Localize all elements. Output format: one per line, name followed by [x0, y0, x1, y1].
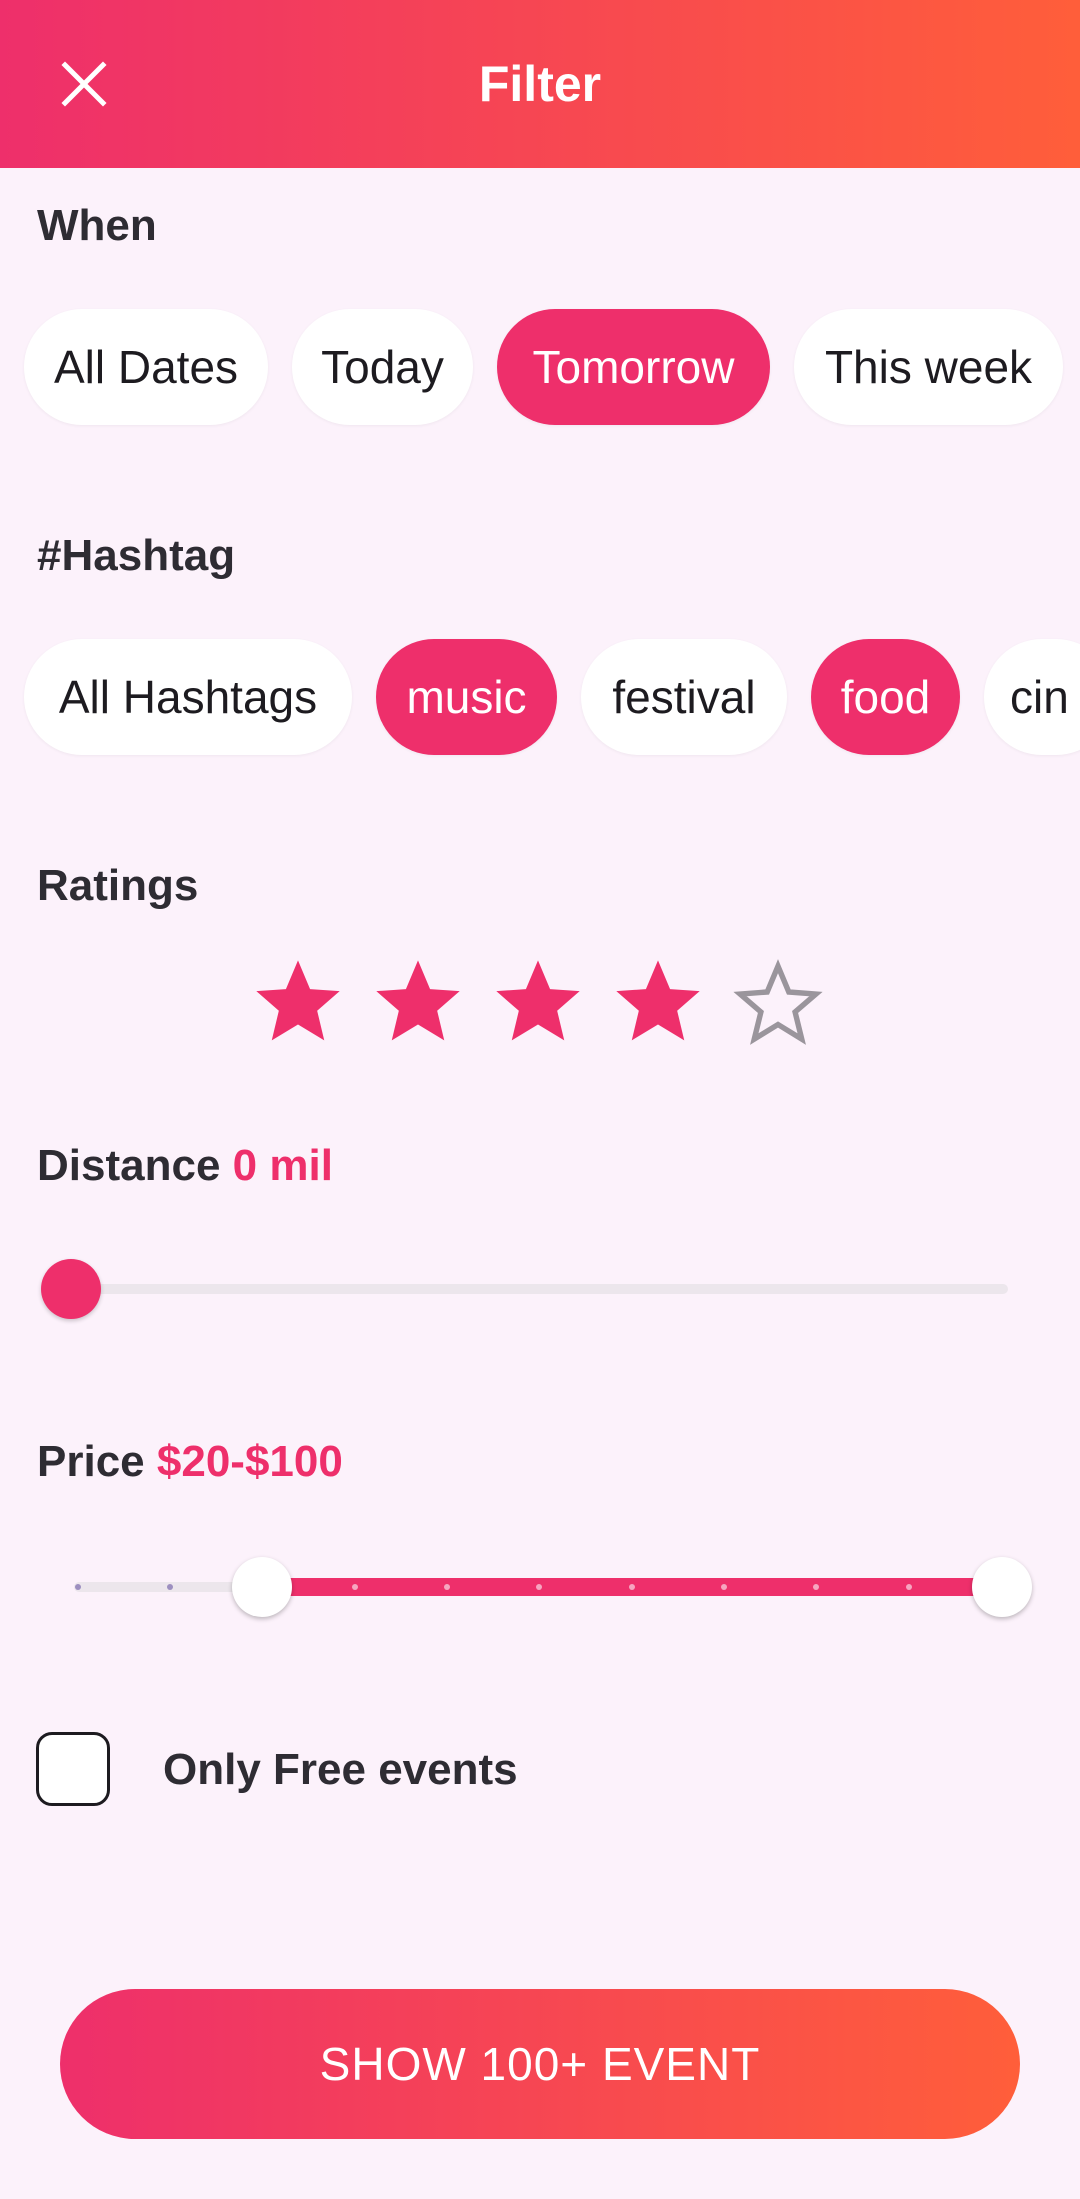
free-events-checkbox[interactable] — [36, 1732, 110, 1806]
chip-all-dates[interactable]: All Dates — [24, 309, 268, 425]
show-events-button-label: SHOW 100+ EVENT — [319, 2038, 761, 2090]
price-tick — [75, 1584, 81, 1590]
chip-today[interactable]: Today — [292, 309, 473, 425]
distance-value: 0 mil — [232, 1141, 333, 1190]
star-filled-icon[interactable] — [248, 952, 348, 1052]
distance-label: Distance 0 mil — [37, 1140, 333, 1192]
free-events-label[interactable]: Only Free events — [163, 1744, 518, 1796]
app-bar: Filter — [0, 0, 1080, 168]
when-section-title: When — [37, 201, 157, 250]
price-label-text: Price — [37, 1437, 145, 1486]
chip-food[interactable]: food — [811, 639, 960, 755]
star-outline-icon[interactable] — [728, 952, 828, 1052]
distance-slider-thumb[interactable] — [41, 1259, 101, 1319]
price-tick — [721, 1584, 727, 1590]
star-filled-icon[interactable] — [608, 952, 708, 1052]
price-slider-max-thumb[interactable] — [972, 1557, 1032, 1617]
chip-festival[interactable]: festival — [581, 639, 787, 755]
price-tick — [167, 1584, 173, 1590]
price-tick — [629, 1584, 635, 1590]
chip-all-hashtags[interactable]: All Hashtags — [24, 639, 352, 755]
hashtag-section-title: #Hashtag — [37, 531, 236, 580]
price-slider-min-thumb[interactable] — [232, 1557, 292, 1617]
price-tick — [444, 1584, 450, 1590]
when-chip-row: All Dates Today Tomorrow This week — [24, 309, 1063, 425]
price-tick — [352, 1584, 358, 1590]
ratings-section-title: Ratings — [37, 861, 199, 910]
show-events-button[interactable]: SHOW 100+ EVENT — [60, 1989, 1020, 2139]
price-label: Price $20-$100 — [37, 1436, 343, 1488]
rating-stars — [248, 952, 828, 1052]
star-filled-icon[interactable] — [368, 952, 468, 1052]
price-tick — [536, 1584, 542, 1590]
star-filled-icon[interactable] — [488, 952, 588, 1052]
chip-cinema[interactable]: cin — [984, 639, 1080, 755]
page-title: Filter — [478, 56, 602, 112]
chip-tomorrow[interactable]: Tomorrow — [497, 309, 770, 425]
hashtag-chip-row: All Hashtags music festival food cin — [24, 639, 1080, 755]
distance-label-text: Distance — [37, 1141, 221, 1190]
chip-music[interactable]: music — [376, 639, 557, 755]
price-tick — [906, 1584, 912, 1590]
distance-slider-track[interactable] — [70, 1284, 1008, 1294]
chip-this-week[interactable]: This week — [794, 309, 1063, 425]
price-value: $20-$100 — [156, 1437, 343, 1486]
price-tick — [813, 1584, 819, 1590]
